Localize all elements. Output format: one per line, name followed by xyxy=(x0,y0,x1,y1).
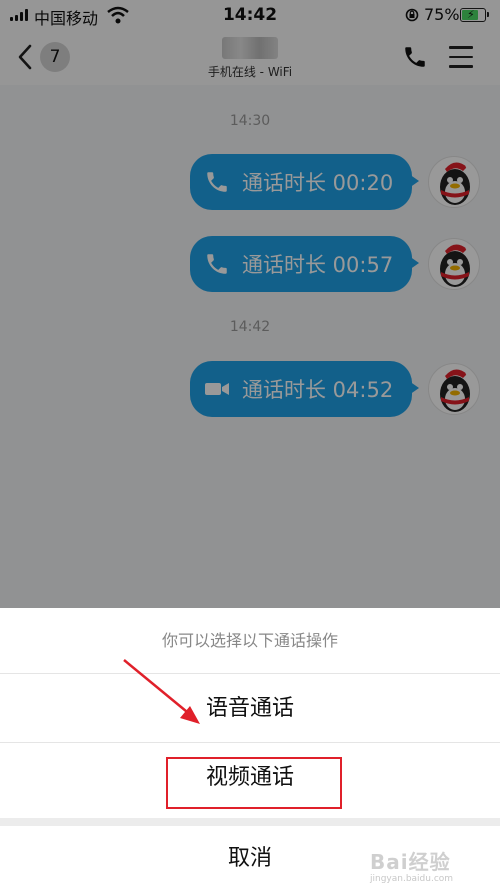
sheet-divider xyxy=(0,818,500,826)
baidu-jingyan-watermark: Bai经验 jingyan.baidu.com xyxy=(370,838,496,888)
watermark-text: Bai经验 xyxy=(370,850,451,874)
action-sheet-prompt: 你可以选择以下通话操作 xyxy=(0,608,500,674)
watermark-url: jingyan.baidu.com xyxy=(370,874,454,884)
highlight-annotation-box xyxy=(166,757,342,809)
annotation-arrow-icon xyxy=(123,659,200,724)
voice-call-option[interactable]: 语音通话 xyxy=(0,675,500,743)
modal-dim-overlay[interactable] xyxy=(0,0,500,608)
